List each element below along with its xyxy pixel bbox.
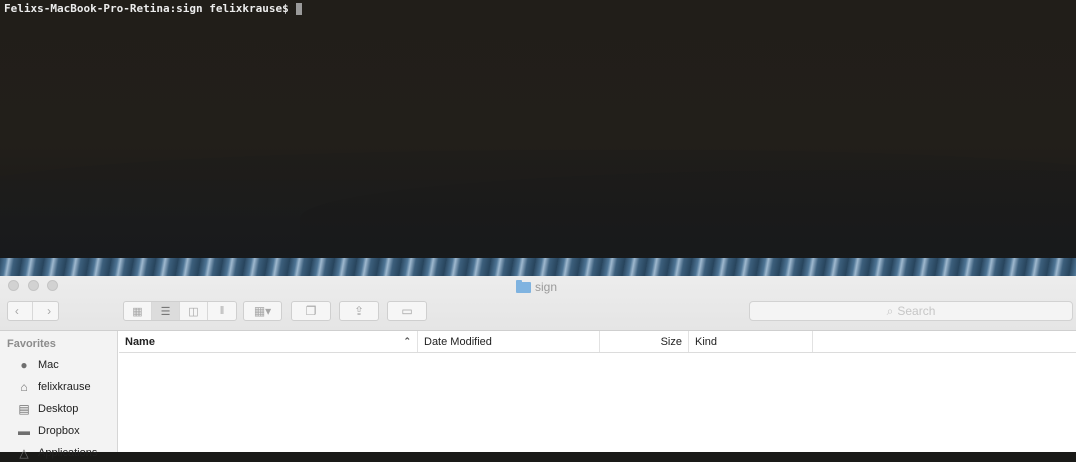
share-icon: ⇪ (353, 304, 365, 318)
column-header-date-modified[interactable]: Date Modified (418, 331, 600, 352)
search-field[interactable]: ⌕ Search (749, 301, 1073, 321)
column-header-name[interactable]: Name ⌃ (119, 331, 418, 352)
home-icon: ⌂ (20, 380, 28, 394)
column-view-icon[interactable]: ◫ (180, 302, 208, 320)
sidebar-item-label: Desktop (38, 403, 79, 415)
minimize-window-button[interactable] (28, 280, 39, 291)
finder-toolbar: sign ‹ › ▦ ☰ ◫ ‖ ▦▾ ❐ ⇪ ▭ ⌕ Search (0, 276, 1076, 331)
terminal-prompt[interactable]: Felixs-MacBook-Pro-Retina:sign felixkrau… (4, 2, 302, 16)
list-header: Name ⌃ Date Modified Size Kind (119, 331, 1076, 353)
back-icon[interactable]: ‹ (15, 304, 19, 318)
sidebar-item-label: Applications (38, 447, 98, 459)
terminal-window[interactable]: Felixs-MacBook-Pro-Retina:sign felixkrau… (0, 0, 1076, 262)
list-view-icon[interactable]: ☰ (152, 302, 180, 320)
terminal-prompt-text: Felixs-MacBook-Pro-Retina:sign felixkrau… (4, 2, 289, 15)
sidebar-item-felixkrause[interactable]: ⌂ felixkrause (16, 378, 91, 396)
column-header-kind[interactable]: Kind (689, 331, 813, 352)
search-icon: ⌕ (886, 303, 894, 318)
sidebar-item-label: Mac (38, 359, 59, 371)
folder-icon (516, 279, 531, 293)
arrange-button[interactable]: ▦▾ (243, 301, 282, 321)
folder-icon: ▬ (18, 424, 30, 438)
column-header-label: Name (125, 335, 155, 348)
action-button[interactable]: ❐ (291, 301, 331, 321)
coverflow-view-icon[interactable]: ‖ (208, 302, 236, 320)
search-placeholder: Search (897, 304, 936, 318)
back-forward-buttons[interactable]: ‹ › (7, 301, 59, 321)
applications-icon: △ (19, 446, 29, 460)
zoom-window-button[interactable] (47, 280, 58, 291)
desktop-wallpaper-strip (0, 258, 1076, 278)
column-header-label: Size (660, 335, 682, 348)
tag-icon: ▭ (401, 304, 413, 318)
forward-icon[interactable]: › (47, 304, 51, 318)
icon-view-icon[interactable]: ▦ (124, 302, 152, 320)
folder-action-icon: ❐ (305, 304, 317, 318)
sidebar-item-label: felixkrause (38, 381, 91, 393)
sidebar-item-mac[interactable]: ● Mac (16, 356, 59, 374)
sort-ascending-icon: ⌃ (403, 336, 411, 346)
terminal-cursor (295, 3, 302, 15)
column-header-label: Date Modified (424, 335, 492, 348)
share-button[interactable]: ⇪ (339, 301, 379, 321)
desktop-icon: ▤ (18, 402, 30, 416)
sidebar-item-applications[interactable]: △ Applications (16, 444, 97, 462)
finder-sidebar: Favorites ● Mac ⌂ felixkrause ▤ Desktop … (0, 331, 118, 460)
window-title-text: sign (535, 280, 558, 294)
apple-icon: ● (20, 358, 28, 372)
divider (32, 302, 34, 320)
window-title: sign (516, 279, 558, 294)
column-header-label: Kind (695, 335, 718, 348)
tags-button[interactable]: ▭ (387, 301, 427, 321)
sidebar-heading: Favorites (7, 338, 56, 350)
sidebar-item-desktop[interactable]: ▤ Desktop (16, 400, 78, 418)
arrange-icon: ▦▾ (253, 304, 272, 318)
column-header-size[interactable]: Size (600, 331, 689, 352)
sidebar-item-dropbox[interactable]: ▬ Dropbox (16, 422, 80, 440)
file-list[interactable] (119, 353, 1076, 452)
close-window-button[interactable] (8, 280, 19, 291)
view-mode-segmented[interactable]: ▦ ☰ ◫ ‖ (123, 301, 237, 321)
finder-window[interactable]: sign ‹ › ▦ ☰ ◫ ‖ ▦▾ ❐ ⇪ ▭ ⌕ Search Favor… (0, 276, 1076, 460)
sidebar-item-label: Dropbox (38, 425, 80, 437)
